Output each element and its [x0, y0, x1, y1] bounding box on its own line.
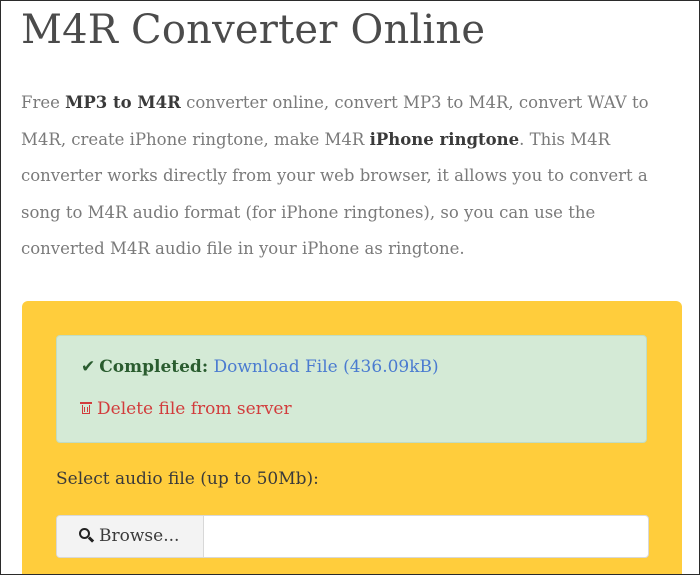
status-label: Completed:	[99, 357, 209, 377]
select-audio-label: Select audio file (up to 50Mb):	[56, 469, 319, 489]
intro-bold-iphone-ringtone: iPhone ringtone	[369, 129, 520, 149]
converter-panel: ✔ Completed: Download File (436.09kB) Del…	[22, 301, 682, 574]
browse-button[interactable]: Browse...	[57, 516, 204, 557]
browse-button-label: Browse...	[99, 526, 180, 546]
status-line: ✔ Completed: Download File (436.09kB)	[81, 357, 439, 377]
search-icon	[79, 528, 95, 543]
delete-file-link[interactable]: Delete file from server	[80, 399, 292, 419]
page-frame: M4R Converter Online Free MP3 to M4R con…	[0, 0, 700, 575]
check-icon: ✔	[81, 357, 96, 377]
intro-bold-mp3-to-m4r: MP3 to M4R	[65, 93, 181, 112]
download-file-link[interactable]: Download File (436.09kB)	[214, 357, 439, 377]
intro-paragraph: Free MP3 to M4R converter online, conver…	[21, 85, 681, 268]
page-title: M4R Converter Online	[21, 7, 486, 53]
completed-alert: ✔ Completed: Download File (436.09kB) Del…	[56, 335, 647, 443]
delete-file-label: Delete file from server	[97, 399, 292, 419]
file-input-group: Browse...	[56, 515, 649, 558]
trash-icon	[80, 402, 92, 415]
file-name-field[interactable]	[204, 516, 644, 557]
intro-text-1: Free	[21, 93, 66, 112]
